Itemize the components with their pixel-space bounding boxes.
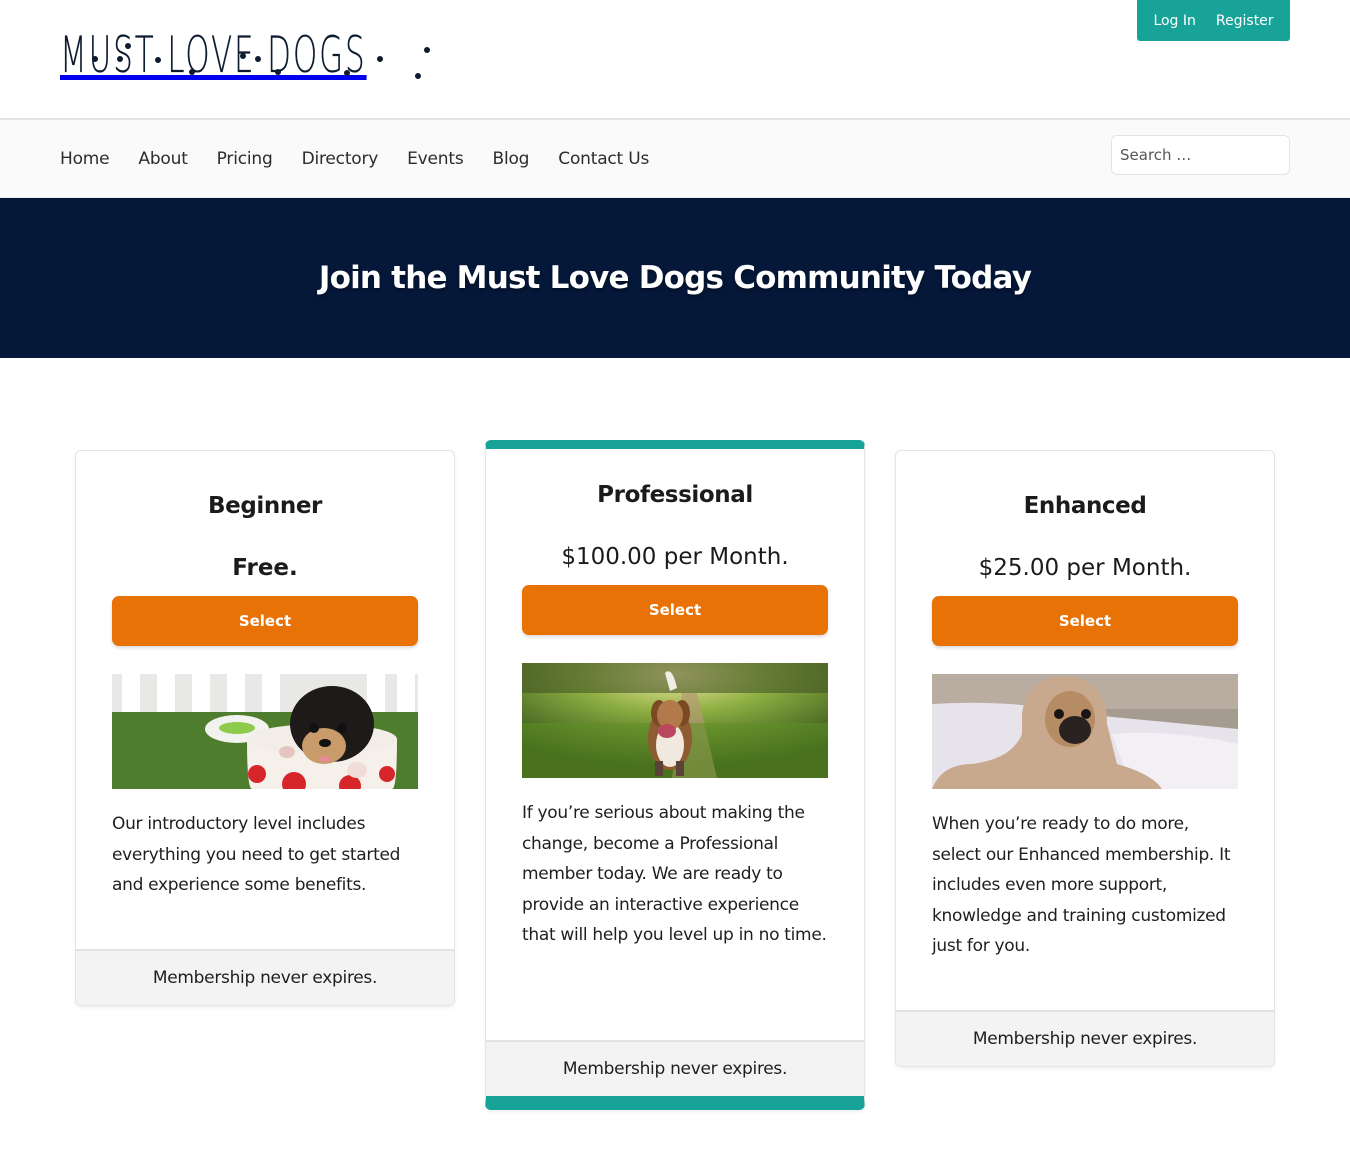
pricing-plans: Beginner Free. Select Our introductory l… (75, 440, 1275, 1120)
plan-price: Free. (232, 555, 298, 581)
plan-image (522, 663, 828, 778)
nav-item-directory: Directory (302, 149, 408, 169)
plan-footer: Membership never expires. (76, 949, 454, 1005)
plan-image (112, 674, 418, 789)
select-plan-button[interactable]: Select (932, 596, 1238, 646)
page-title: Join the Must Love Dogs Community Today (318, 260, 1032, 296)
plan-description: If you’re serious about making the chang… (522, 803, 827, 945)
plan-card-enhanced: Enhanced $25.00 per Month. Select When y… (895, 450, 1275, 1067)
login-link[interactable]: Log In (1153, 13, 1195, 29)
plan-image (932, 674, 1238, 789)
nav-link-blog[interactable]: Blog (493, 149, 530, 169)
nav-link-home[interactable]: Home (60, 149, 110, 169)
hero-banner: Join the Must Love Dogs Community Today (0, 198, 1350, 358)
nav-link-directory[interactable]: Directory (302, 149, 379, 169)
plan-name: Beginner (208, 493, 322, 519)
nav-item-events: Events (407, 149, 492, 169)
nav-item-home: Home (60, 149, 138, 169)
nav-item-about: About (138, 149, 216, 169)
plan-card-beginner: Beginner Free. Select Our introductory l… (75, 450, 455, 1006)
search-input[interactable] (1111, 135, 1290, 175)
nav-item-pricing: Pricing (217, 149, 302, 169)
plan-card-professional: Professional $100.00 per Month. Select I… (485, 440, 865, 1110)
nav-link-pricing[interactable]: Pricing (217, 149, 273, 169)
site-header: MUST LOVE DOGS Log In Register (0, 0, 1350, 120)
nav-item-blog: Blog (493, 149, 559, 169)
plan-price: $25.00 per Month. (978, 555, 1192, 581)
register-link[interactable]: Register (1216, 13, 1274, 29)
nav-link-about[interactable]: About (138, 149, 187, 169)
plan-footer: Membership never expires. (896, 1010, 1274, 1066)
nav-link-contact[interactable]: Contact Us (558, 149, 649, 169)
account-links: Log In Register (1137, 0, 1290, 41)
plan-name: Enhanced (1023, 493, 1147, 519)
select-plan-button[interactable]: Select (522, 585, 828, 635)
select-plan-button[interactable]: Select (112, 596, 418, 646)
nav-menu: Home About Pricing Directory Events Blog… (60, 120, 678, 198)
plan-footer: Membership never expires. (486, 1040, 864, 1096)
main-nav: Home About Pricing Directory Events Blog… (0, 120, 1350, 198)
puppy-in-cup-image (112, 674, 418, 789)
pug-in-blanket-image (932, 674, 1238, 789)
nav-item-contact: Contact Us (558, 149, 678, 169)
site-logo[interactable]: MUST LOVE DOGS (60, 26, 555, 84)
plan-description: Our introductory level includes everythi… (112, 814, 401, 895)
plan-price: $100.00 per Month. (561, 544, 789, 570)
plan-name: Professional (597, 482, 753, 508)
plan-description: When you’re ready to do more, select our… (932, 814, 1231, 956)
beagle-running-image (522, 663, 828, 778)
logo-text: MUST LOVE DOGS (60, 26, 367, 84)
nav-link-events[interactable]: Events (407, 149, 464, 169)
